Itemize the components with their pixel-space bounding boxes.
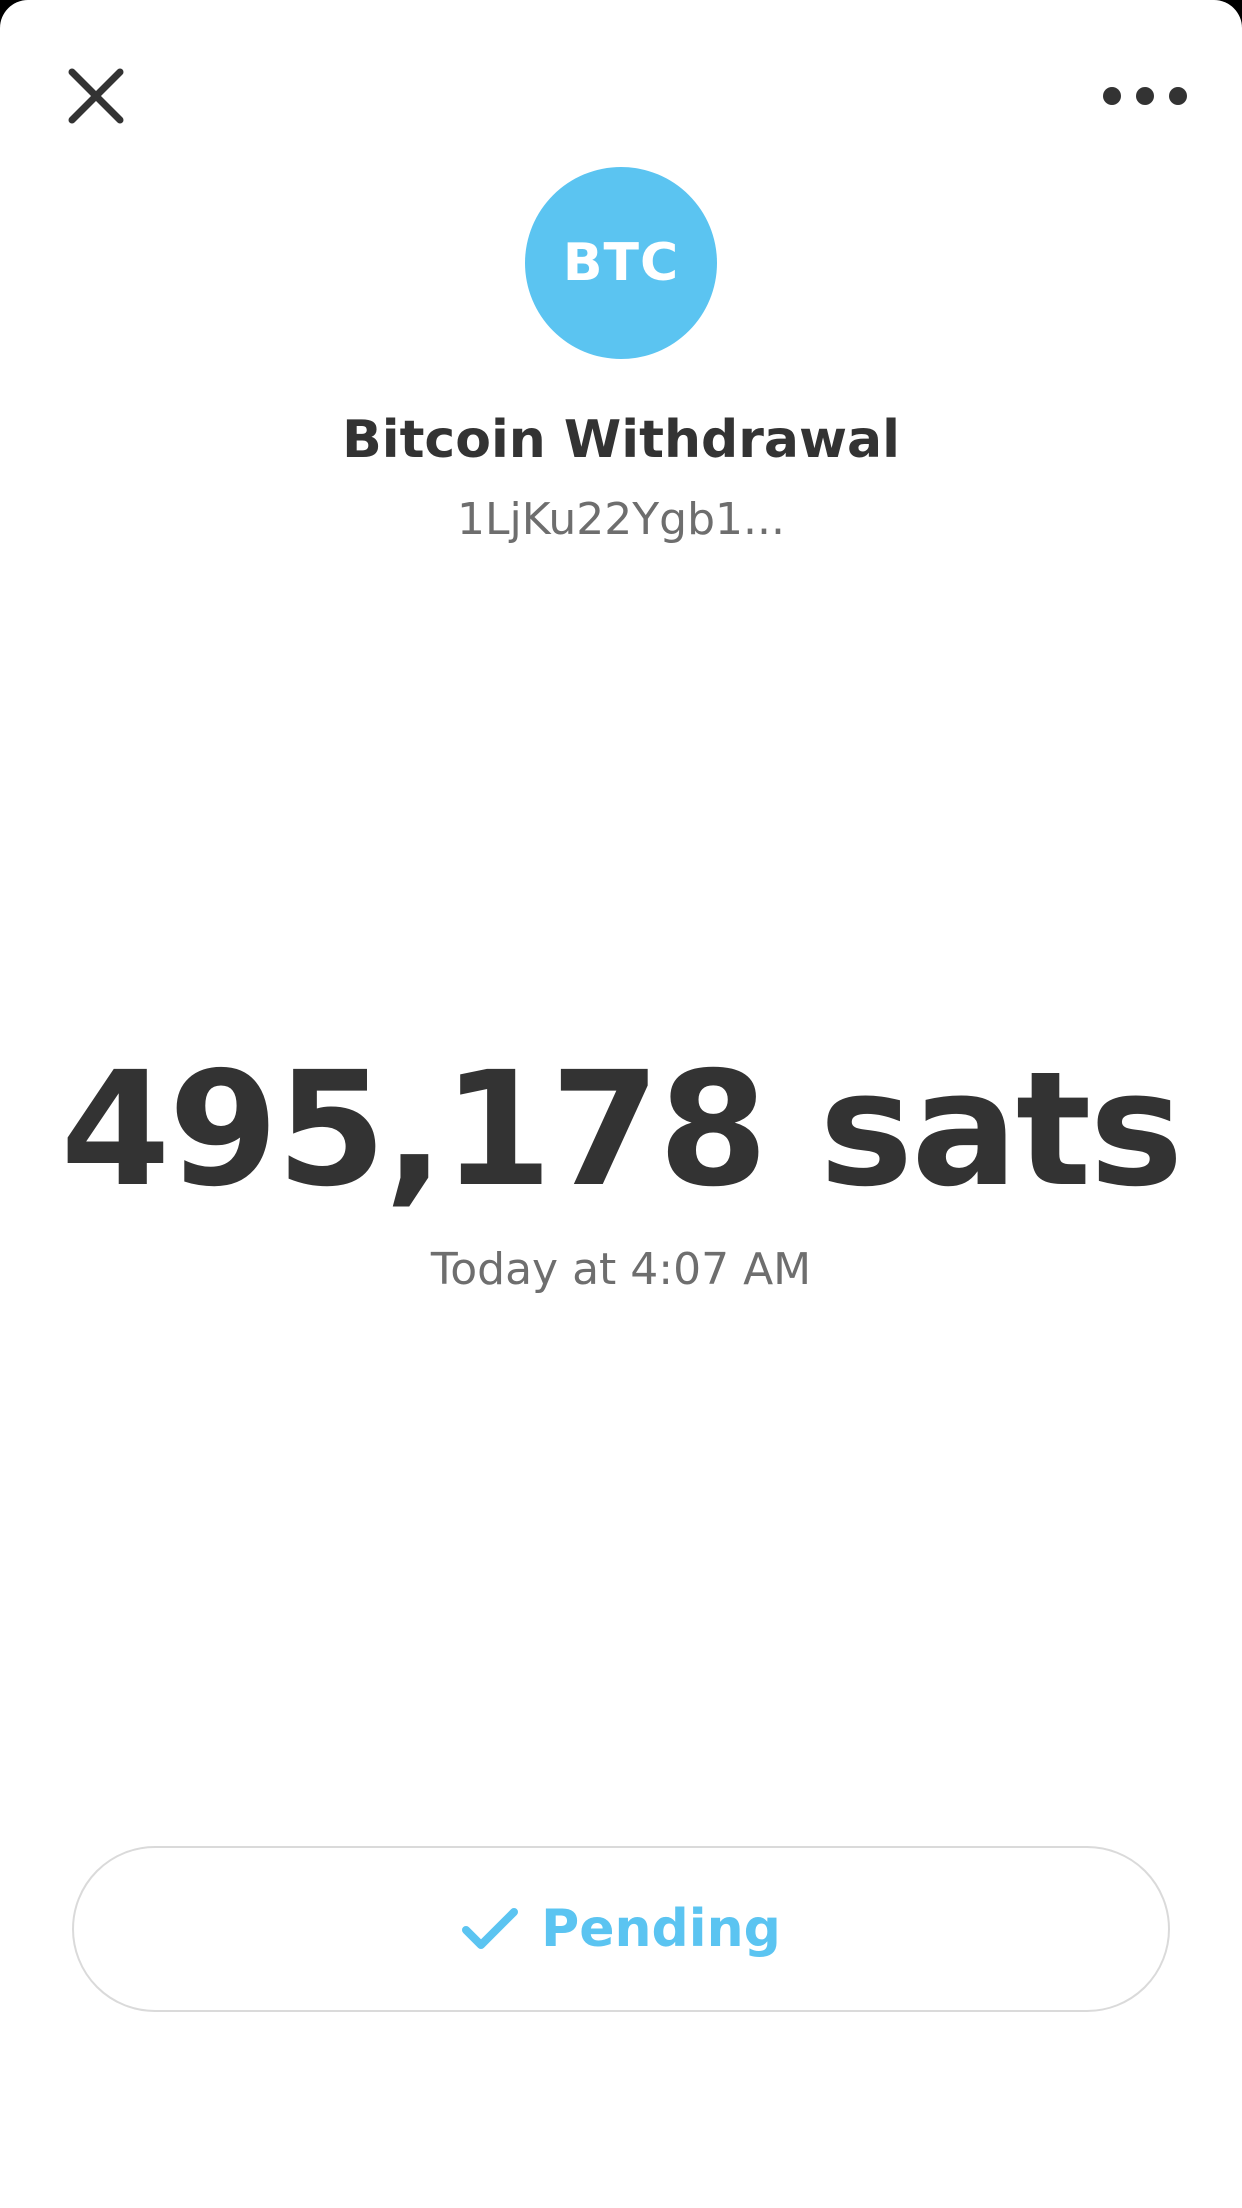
transaction-timestamp: Today at 4:07 AM xyxy=(430,1244,812,1295)
close-icon xyxy=(68,68,124,124)
wallet-address: 1LjKu22Ygb1... xyxy=(457,494,785,545)
avatar: BTC xyxy=(525,167,717,359)
more-horizontal-icon xyxy=(1103,87,1187,105)
transaction-amount: 495,178 sats xyxy=(60,1038,1184,1222)
more-options-button[interactable] xyxy=(1100,78,1190,114)
checkmark-icon xyxy=(462,1908,519,1949)
avatar-label: BTC xyxy=(562,233,680,293)
status-label: Pending xyxy=(541,1899,781,1959)
status-button[interactable]: Pending xyxy=(72,1846,1170,2012)
transaction-detail-sheet: BTC Bitcoin Withdrawal 1LjKu22Ygb1... 49… xyxy=(0,0,1242,2208)
transaction-title: Bitcoin Withdrawal xyxy=(342,410,900,470)
close-button[interactable] xyxy=(62,62,132,132)
